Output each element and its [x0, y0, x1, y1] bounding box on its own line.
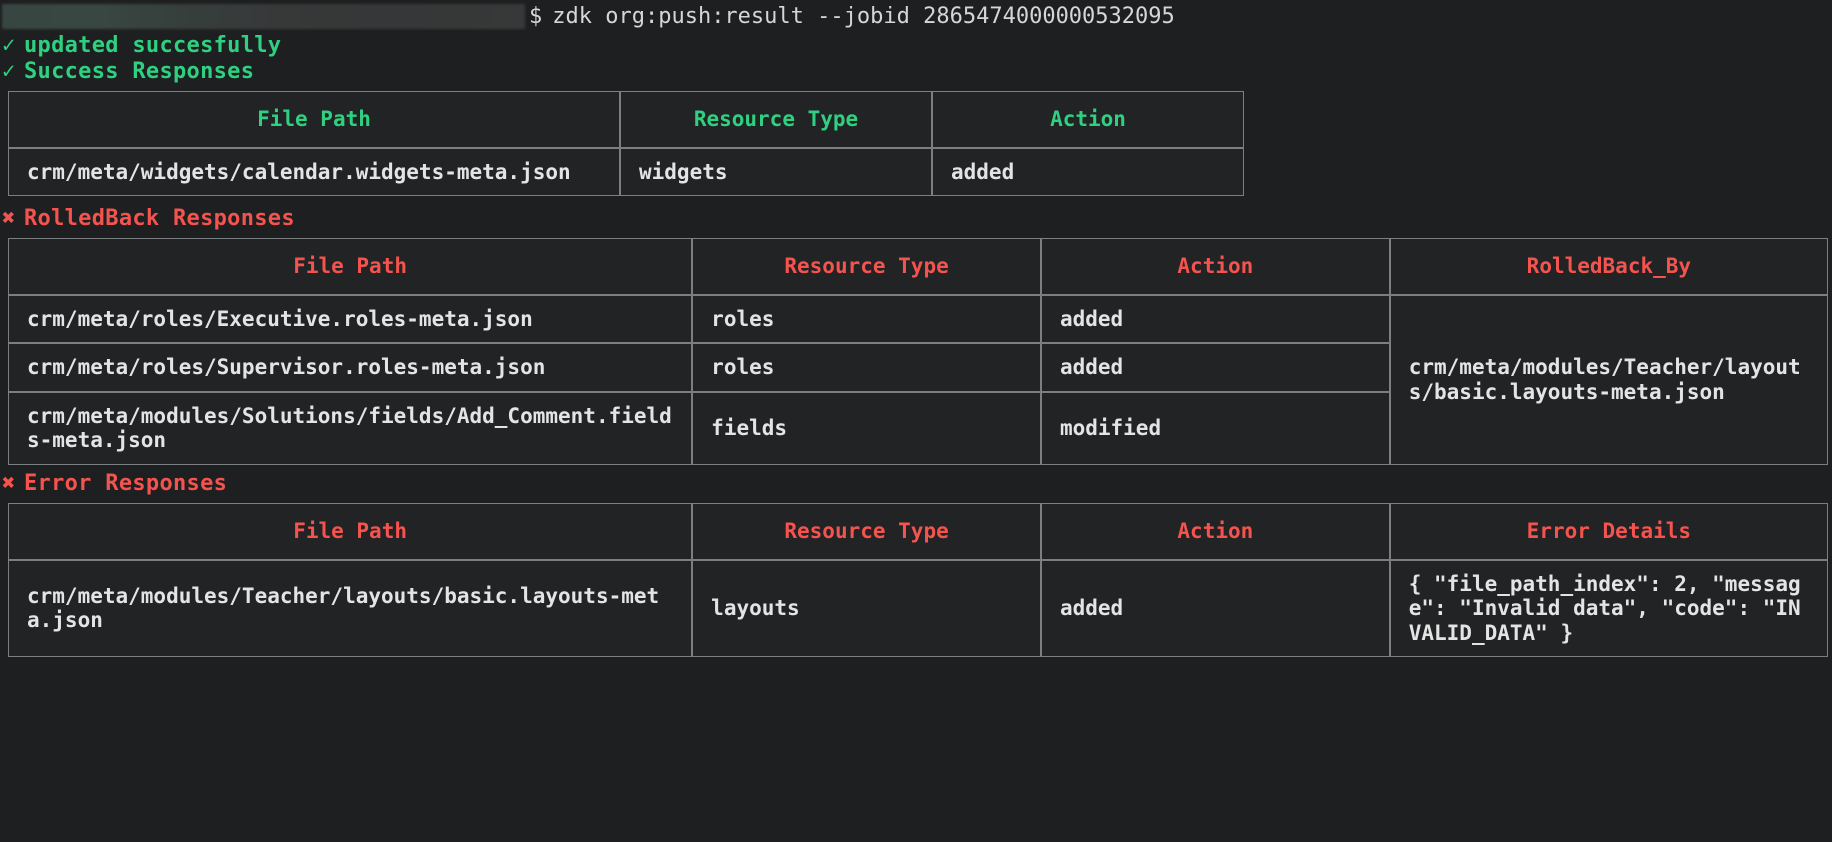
section-header-success: ✓ Success Responses [0, 59, 1832, 85]
terminal-window: $ zdk org:push:result --jobid 2865474000… [0, 0, 1832, 842]
cell-resource-type: widgets [620, 148, 932, 197]
column-header-resource-type: Resource Type [692, 238, 1041, 295]
cross-icon: ✖ [2, 208, 24, 230]
table-header-row: File Path Resource Type Action RolledBac… [8, 238, 1828, 295]
cell-resource-type: roles [692, 343, 1041, 392]
cell-resource-type: fields [692, 392, 1041, 465]
error-responses-table: File Path Resource Type Action Error Det… [8, 503, 1828, 657]
rolledback-responses-table: File Path Resource Type Action RolledBac… [8, 238, 1828, 465]
cell-rolledback-by: crm/meta/modules/Teacher/layouts/basic.l… [1390, 295, 1828, 465]
table-row: crm/meta/widgets/calendar.widgets-meta.j… [8, 148, 1244, 197]
column-header-action: Action [1041, 238, 1390, 295]
command-line: $ zdk org:push:result --jobid 2865474000… [0, 0, 1832, 33]
cell-resource-type: roles [692, 295, 1041, 344]
cell-action: added [932, 148, 1244, 197]
cell-action: added [1041, 343, 1390, 392]
cell-action: modified [1041, 392, 1390, 465]
cell-file-path: crm/meta/widgets/calendar.widgets-meta.j… [8, 148, 620, 197]
check-icon: ✓ [2, 61, 24, 83]
column-header-resource-type: Resource Type [692, 503, 1041, 560]
status-updated-successfully: ✓ updated succesfully [0, 33, 1832, 59]
cell-file-path: crm/meta/roles/Executive.roles-meta.json [8, 295, 692, 344]
column-header-action: Action [932, 91, 1244, 148]
cell-file-path: crm/meta/modules/Solutions/fields/Add_Co… [8, 392, 692, 465]
redacted-prompt [2, 4, 525, 29]
cell-file-path: crm/meta/roles/Supervisor.roles-meta.jso… [8, 343, 692, 392]
prompt-symbol: $ [529, 6, 542, 28]
section-header-success-label: Success Responses [24, 61, 254, 83]
column-header-file-path: File Path [8, 238, 692, 295]
column-header-rolledback-by: RolledBack_By [1390, 238, 1828, 295]
cell-error-details: { "file_path_index": 2, "message": "Inva… [1390, 560, 1828, 658]
table-header-row: File Path Resource Type Action Error Det… [8, 503, 1828, 560]
section-header-error: ✖ Error Responses [0, 471, 1832, 497]
column-header-file-path: File Path [8, 503, 692, 560]
column-header-error-details: Error Details [1390, 503, 1828, 560]
cell-action: added [1041, 295, 1390, 344]
cell-file-path: crm/meta/modules/Teacher/layouts/basic.l… [8, 560, 692, 658]
success-responses-table: File Path Resource Type Action crm/meta/… [8, 91, 1244, 196]
cross-icon: ✖ [2, 473, 24, 495]
cell-resource-type: layouts [692, 560, 1041, 658]
check-icon: ✓ [2, 35, 24, 57]
column-header-action: Action [1041, 503, 1390, 560]
table-header-row: File Path Resource Type Action [8, 91, 1244, 148]
section-header-rolledback: ✖ RolledBack Responses [0, 206, 1832, 232]
status-updated-successfully-label: updated succesfully [24, 35, 281, 57]
section-header-rolledback-label: RolledBack Responses [24, 208, 295, 230]
table-row: crm/meta/modules/Teacher/layouts/basic.l… [8, 560, 1828, 658]
section-header-error-label: Error Responses [24, 473, 227, 495]
column-header-resource-type: Resource Type [620, 91, 932, 148]
cell-action: added [1041, 560, 1390, 658]
command-text: zdk org:push:result --jobid 286547400000… [552, 6, 1175, 28]
table-row: crm/meta/roles/Executive.roles-meta.json… [8, 295, 1828, 344]
column-header-file-path: File Path [8, 91, 620, 148]
